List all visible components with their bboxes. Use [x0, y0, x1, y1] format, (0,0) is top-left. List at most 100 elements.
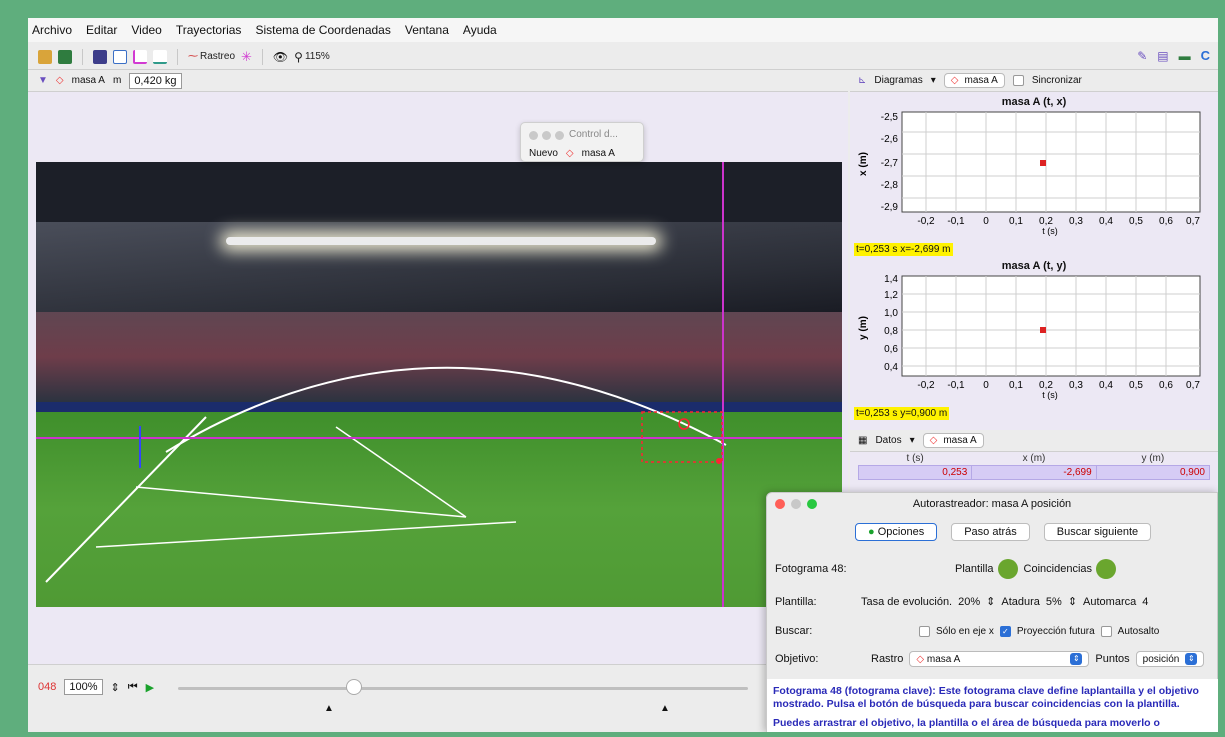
plot-y-xtick: -0,2: [917, 380, 935, 391]
control-dialog[interactable]: Control d... Nuevo ◇ masa A: [520, 122, 644, 162]
plot-y-yticks: 1,4 1,2 1,0 0,8 0,6 0,4: [884, 274, 898, 373]
plot-x-xtick: 0,5: [1129, 216, 1143, 227]
plot-x-ytick: -2,5: [881, 112, 899, 123]
dot-icon: ●: [868, 526, 875, 538]
reset-icon[interactable]: ⏮: [128, 681, 138, 694]
minimize-icon[interactable]: [791, 499, 801, 509]
plots-object-select[interactable]: ◇ masa A: [943, 73, 1005, 88]
plot-x-xtick: -0,1: [947, 216, 965, 227]
target-row: Objetivo: Rastro ◇ masa A ⇕ Puntos posic…: [775, 651, 1215, 667]
menu-editar[interactable]: Editar: [86, 23, 117, 37]
table-cell[interactable]: -2,699: [971, 465, 1097, 480]
rate-field[interactable]: 100%: [64, 679, 103, 695]
eye-icon[interactable]: 👁: [273, 50, 288, 64]
automark-label: Automarca: [1083, 595, 1137, 608]
plot-x-frame: [901, 111, 1201, 213]
step-back-button[interactable]: Paso atrás: [951, 523, 1030, 541]
menu-coordenadas[interactable]: Sistema de Coordenadas: [255, 23, 390, 37]
zoom-button[interactable]: ⚲ 115%: [294, 50, 330, 64]
plot-x[interactable]: -2,5 -2,6 -2,7 -2,8 -2,9 -0,2 -0,1 0 0,1…: [850, 108, 1218, 240]
menu-video[interactable]: Video: [131, 23, 161, 37]
control-dialog-row: Nuevo ◇ masa A: [529, 148, 615, 159]
save-icon[interactable]: [58, 49, 72, 64]
data-menu[interactable]: Datos: [875, 435, 901, 446]
clip-settings-icon[interactable]: [93, 49, 107, 64]
control-object-name[interactable]: masa A: [582, 148, 615, 159]
evolution-value[interactable]: 20%: [958, 596, 980, 608]
toolbar-divider: [82, 48, 83, 65]
plot-y-ytick: 0,4: [884, 362, 898, 373]
options-label: Opciones: [877, 526, 925, 538]
autojump-checkbox[interactable]: [1100, 625, 1112, 637]
stepper-icon[interactable]: ⇕: [1068, 595, 1077, 608]
automark-value[interactable]: 4: [1142, 596, 1148, 608]
start-marker-icon[interactable]: ▲: [324, 703, 334, 714]
search-next-button[interactable]: Buscar siguiente: [1043, 523, 1152, 541]
refresh-icon[interactable]: C: [1201, 48, 1210, 63]
table-header[interactable]: x (m): [972, 452, 1096, 466]
play-icon[interactable]: ▶: [146, 681, 154, 694]
only-x-checkbox[interactable]: [919, 625, 930, 637]
frame-slider-thumb[interactable]: [346, 679, 362, 695]
notes-icon[interactable]: ▤: [1157, 49, 1168, 63]
new-track-button[interactable]: Nuevo: [529, 148, 558, 159]
points-select[interactable]: posición ⇕: [1135, 651, 1205, 667]
plot-y-title: masa A (t, y): [1001, 260, 1067, 272]
calibration-icon[interactable]: [113, 49, 127, 64]
object-name[interactable]: masa A: [72, 75, 105, 86]
stepper-icon[interactable]: ⇕: [111, 681, 120, 694]
matches-label: Coincidencias: [1023, 563, 1093, 575]
database-icon[interactable]: ▬: [1179, 49, 1191, 63]
magnifier-icon: ⚲: [294, 49, 303, 64]
data-object-select[interactable]: ◇ masa A: [922, 433, 984, 448]
options-button[interactable]: ● Opciones: [855, 523, 938, 541]
template-corner: [716, 458, 722, 464]
chevron-updown-icon: ⇕: [1185, 653, 1198, 665]
plot-x-xticks: -0,2 -0,1 0 0,1 0,2 0,3 0,4 0,5 0,6 0,7 …: [917, 216, 1200, 236]
video-frame[interactable]: [36, 162, 842, 607]
autotracker-dialog: Autorastreador: masa A posición ● Opcion…: [766, 492, 1218, 732]
tape-measure-icon[interactable]: [153, 49, 167, 64]
plot-x-xtick: 0,7: [1186, 216, 1200, 227]
menu-ventana[interactable]: Ventana: [405, 23, 449, 37]
sync-checkbox[interactable]: [1012, 75, 1024, 86]
zoom-label: 115%: [304, 51, 330, 62]
stepper-icon[interactable]: ⇕: [986, 595, 995, 608]
plot-y-xtick: 0,3: [1069, 380, 1083, 391]
end-marker-icon[interactable]: ▲: [660, 703, 670, 714]
plot-x-xtick: 0,6: [1159, 216, 1173, 227]
track-select[interactable]: ◇ masa A ⇕: [909, 651, 1090, 667]
diamond-icon: ◇: [929, 435, 938, 446]
plot-y[interactable]: 1,4 1,2 1,0 0,8 0,6 0,4 -0,2 -0,1 0 0,1 …: [850, 272, 1218, 404]
template-image[interactable]: [997, 559, 1018, 579]
plot-x-xtick: 0,3: [1069, 216, 1083, 227]
menu-ayuda[interactable]: Ayuda: [463, 23, 497, 37]
frame-number[interactable]: 048: [38, 681, 56, 693]
close-icon[interactable]: [775, 499, 785, 509]
maximize-icon[interactable]: [807, 499, 817, 509]
future-projection-checkbox[interactable]: ✓: [999, 625, 1011, 637]
table-cell[interactable]: 0,253: [857, 465, 973, 480]
dropdown-arrow-icon[interactable]: ▼: [38, 75, 48, 86]
menu-trayectorias[interactable]: Trayectorias: [176, 23, 242, 37]
trail-button[interactable]: ⁓ Rastreo: [188, 51, 235, 62]
table-row[interactable]: 0,253 -2,699 0,900: [857, 465, 1211, 480]
table-cell[interactable]: 0,900: [1095, 465, 1211, 480]
menu-archivo[interactable]: Archivo: [32, 23, 72, 37]
frame-row: Fotograma 48: Plantilla Coincidencias: [775, 559, 1215, 579]
plots-menu[interactable]: Diagramas: [874, 75, 922, 86]
pencil-icon[interactable]: ✎: [1137, 49, 1147, 63]
mass-field[interactable]: 0,420 kg: [129, 72, 182, 89]
open-folder-icon[interactable]: [38, 49, 52, 64]
table-header[interactable]: y (m): [1096, 452, 1209, 466]
toolbar-right: ✎ ▤ ▬ C: [1137, 48, 1210, 63]
matches-image[interactable]: [1096, 559, 1117, 579]
tether-value[interactable]: 5%: [1046, 596, 1062, 608]
plot-y-xticks: -0,2 -0,1 0 0,1 0,2 0,3 0,4 0,5 0,6 0,7 …: [917, 380, 1200, 400]
axes-icon[interactable]: [133, 49, 147, 64]
table-header[interactable]: t (s): [859, 452, 972, 466]
marker-icon[interactable]: ✳: [241, 49, 252, 65]
plot-x-xtick: 0,1: [1009, 216, 1023, 227]
frame-slider-track[interactable]: [178, 687, 748, 690]
message-text-2: Puedes arrastrar el objetivo, la plantil…: [773, 717, 1160, 729]
